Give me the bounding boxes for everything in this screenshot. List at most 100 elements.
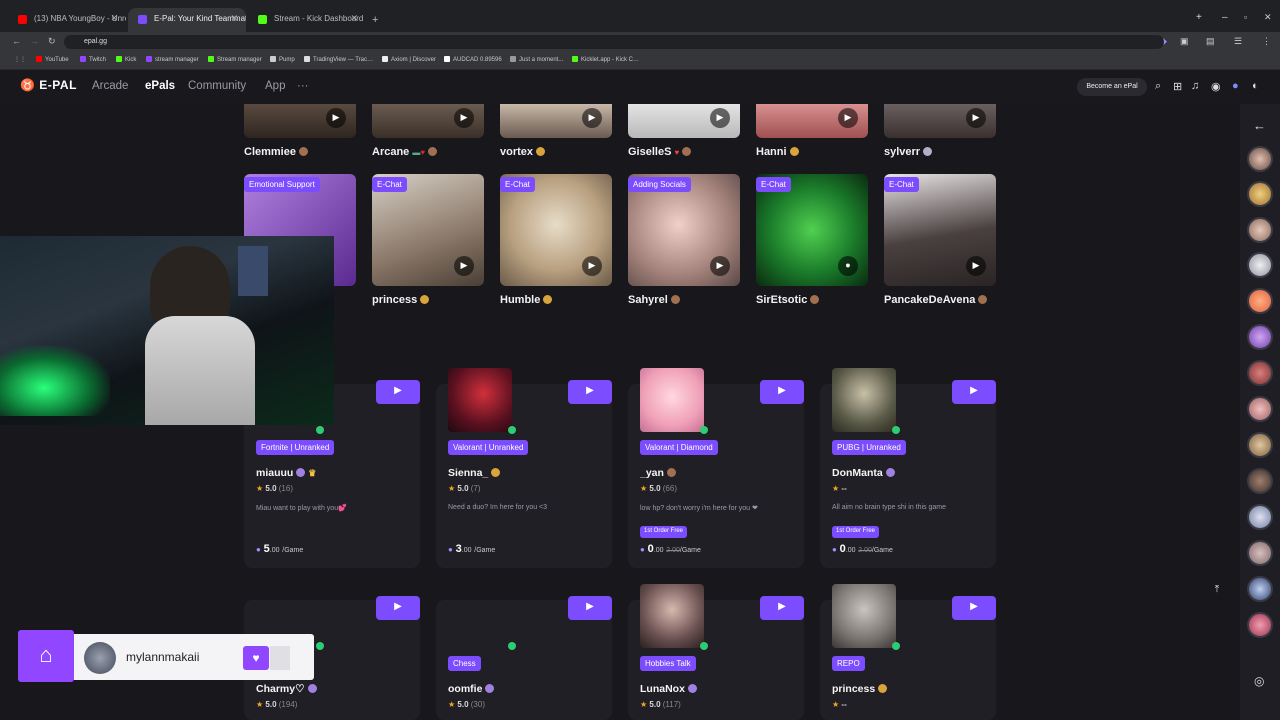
- forward-icon[interactable]: →: [30, 36, 39, 46]
- close-tab-icon[interactable]: ✕: [350, 13, 358, 24]
- play-icon[interactable]: ▶: [582, 256, 602, 276]
- support-icon[interactable]: ◎: [1254, 674, 1264, 688]
- sidebar-avatar[interactable]: [1247, 540, 1273, 566]
- nav-more[interactable]: ···: [297, 80, 309, 92]
- sidebar-avatar[interactable]: [1247, 504, 1273, 530]
- bookmark-item[interactable]: TradingView — Trac…: [304, 56, 373, 63]
- new-tab-icon[interactable]: +: [372, 14, 378, 26]
- epal-name[interactable]: princess: [372, 294, 430, 306]
- bookmark-item[interactable]: Pump: [270, 56, 295, 63]
- sidebar-avatar[interactable]: [1247, 324, 1273, 350]
- epal-name[interactable]: Arcane ▬♥: [372, 146, 438, 158]
- extensions-puzzle-icon[interactable]: ▣: [1180, 36, 1189, 47]
- play-icon[interactable]: ▶: [710, 108, 730, 128]
- sidebar-avatar[interactable]: [1247, 360, 1273, 386]
- epal-avatar[interactable]: [448, 368, 512, 432]
- play-icon[interactable]: ▶: [454, 108, 474, 128]
- minimize-icon[interactable]: –: [1222, 12, 1228, 23]
- epal-avatar[interactable]: [832, 368, 896, 432]
- voice-play-button[interactable]: ▶: [760, 596, 804, 620]
- nav-epals[interactable]: ePals: [145, 80, 175, 92]
- bookmark-item[interactable]: YouTube: [36, 56, 69, 63]
- avatar-menu-icon[interactable]: ●: [1232, 80, 1239, 92]
- epal-avatar[interactable]: [832, 584, 896, 648]
- url-field[interactable]: epal.gg: [64, 35, 1164, 49]
- mic-icon[interactable]: ●: [838, 256, 858, 276]
- epal-name[interactable]: miauuu ♛: [256, 467, 316, 479]
- sidebar-avatar[interactable]: [1247, 468, 1273, 494]
- epal-name[interactable]: Sienna_: [448, 467, 501, 479]
- epal-name[interactable]: _yan: [640, 467, 676, 479]
- play-icon[interactable]: ▶: [326, 108, 346, 128]
- voice-play-button[interactable]: ▶: [760, 380, 804, 404]
- epal-name[interactable]: SirEtsotic: [756, 294, 820, 306]
- bookmark-item[interactable]: Twitch: [80, 56, 106, 63]
- close-window-icon[interactable]: ✕: [1264, 12, 1272, 23]
- nav-app[interactable]: App: [265, 80, 285, 92]
- epal-name[interactable]: Hanni: [756, 146, 799, 158]
- epal-name[interactable]: PancakeDeAvena: [884, 294, 988, 306]
- sidebar-avatar[interactable]: [1247, 146, 1273, 172]
- epal-name[interactable]: LunaNox: [640, 683, 697, 695]
- epal-avatar[interactable]: [640, 584, 704, 648]
- bookmark-item[interactable]: Stream manager: [208, 56, 262, 63]
- epal-name[interactable]: GiselleS ♥: [628, 146, 692, 158]
- become-epal-button[interactable]: Become an ePal: [1077, 78, 1147, 96]
- menu-icon[interactable]: ⋮: [1262, 36, 1271, 47]
- bookmark-item[interactable]: Kicklet.app - Kick C…: [572, 56, 639, 63]
- sidebar-avatar[interactable]: [1247, 217, 1273, 243]
- sidebar-avatar[interactable]: [1247, 432, 1273, 458]
- play-icon[interactable]: ▶: [838, 108, 858, 128]
- browser-tab[interactable]: Stream - Kick Dashboard ✕: [248, 8, 366, 32]
- epal-name[interactable]: vortex: [500, 146, 546, 158]
- voice-play-button[interactable]: ▶: [376, 596, 420, 620]
- voice-play-button[interactable]: ▶: [952, 596, 996, 620]
- epal-name[interactable]: sylverr: [884, 146, 933, 158]
- epal-name[interactable]: oomfie: [448, 683, 495, 695]
- nav-community[interactable]: Community: [188, 80, 246, 92]
- tab-search-icon[interactable]: +: [1196, 12, 1202, 23]
- sidebar-avatar[interactable]: [1247, 181, 1273, 207]
- profile-avatar[interactable]: ◐: [1252, 80, 1259, 92]
- sidebar-avatar[interactable]: [1247, 396, 1273, 422]
- bookmark-item[interactable]: stream manager: [146, 56, 199, 63]
- epal-avatar[interactable]: [640, 368, 704, 432]
- scroll-top-icon[interactable]: ⤒: [1208, 584, 1226, 602]
- epal-name[interactable]: Charmy♡: [256, 683, 317, 695]
- play-icon[interactable]: ▶: [966, 108, 986, 128]
- back-icon[interactable]: ←: [12, 36, 21, 46]
- bookmark-item[interactable]: Kick: [116, 56, 136, 63]
- gift-icon[interactable]: ⊞: [1173, 80, 1182, 93]
- sidebar-avatar[interactable]: [1247, 576, 1273, 602]
- bookmark-item[interactable]: Just a moment...: [510, 56, 563, 63]
- collapse-arrow-icon[interactable]: ←: [1253, 118, 1266, 133]
- play-icon[interactable]: ▶: [454, 256, 474, 276]
- epal-name[interactable]: Humble: [500, 294, 553, 306]
- apps-icon[interactable]: ⋮⋮: [14, 56, 26, 63]
- maximize-icon[interactable]: ▫: [1244, 12, 1247, 22]
- reload-icon[interactable]: ↻: [48, 36, 56, 47]
- profile-icon[interactable]: ☰: [1234, 36, 1242, 47]
- voice-play-button[interactable]: ▶: [952, 380, 996, 404]
- voice-play-button[interactable]: ▶: [568, 596, 612, 620]
- browser-tab[interactable]: (13) NBA YoungBoy - Unrelease✕: [8, 8, 126, 32]
- bookmark-item[interactable]: AUDCAD 0.89596: [444, 56, 502, 63]
- epal-name[interactable]: Sahyrel: [628, 294, 680, 306]
- discord-icon[interactable]: ◉: [1211, 80, 1221, 93]
- nav-arcade[interactable]: Arcade: [92, 80, 128, 92]
- browser-tab-active[interactable]: E-Pal: Your Kind Teammates ✕: [128, 8, 246, 32]
- close-tab-icon[interactable]: ✕: [110, 13, 118, 24]
- voice-play-button[interactable]: ▶: [376, 380, 420, 404]
- epal-name[interactable]: princess: [832, 683, 888, 695]
- play-icon[interactable]: ▶: [966, 256, 986, 276]
- search-icon[interactable]: ⌕: [1155, 80, 1161, 93]
- sidebar-avatar[interactable]: [1247, 252, 1273, 278]
- epal-logo[interactable]: ♉ E-PAL: [20, 78, 77, 92]
- bookmark-item[interactable]: Axiom | Discover: [382, 56, 436, 63]
- play-icon[interactable]: ▶: [582, 108, 602, 128]
- epal-name[interactable]: Clemmiee: [244, 146, 308, 158]
- bell-icon[interactable]: ♫: [1191, 80, 1199, 92]
- close-tab-icon[interactable]: ✕: [230, 13, 238, 24]
- play-icon[interactable]: ▶: [710, 256, 730, 276]
- sidebar-avatar[interactable]: [1247, 612, 1273, 638]
